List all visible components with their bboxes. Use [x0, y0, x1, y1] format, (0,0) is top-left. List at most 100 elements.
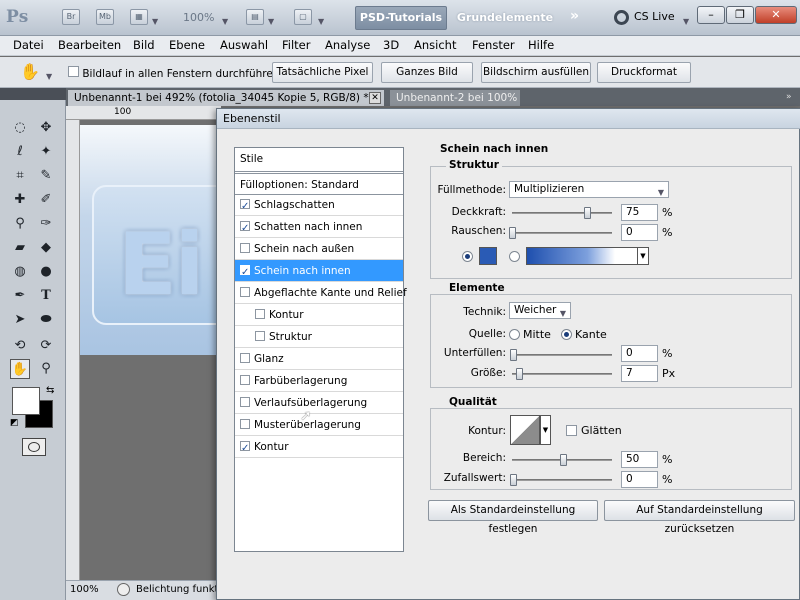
style-checkbox[interactable]: [240, 287, 250, 297]
source-edge-label[interactable]: Kante: [575, 328, 607, 341]
contour-dropdown-icon[interactable]: ▼: [540, 415, 551, 445]
style-row-3[interactable]: Schein nach innen: [235, 260, 403, 284]
chevron-down-icon[interactable]: ▼: [222, 14, 228, 27]
blur-tool-icon[interactable]: ◍: [10, 262, 30, 282]
film-strip-icon[interactable]: ▦: [130, 9, 148, 25]
actual-pixels-button[interactable]: Tatsächliche Pixel: [272, 62, 373, 83]
arrange-documents-icon[interactable]: ▤: [246, 9, 264, 25]
solid-color-radio[interactable]: [462, 251, 473, 262]
style-row-2[interactable]: Schein nach außen: [235, 238, 403, 260]
quick-mask-icon[interactable]: [22, 438, 46, 456]
opacity-slider-thumb[interactable]: [584, 207, 591, 219]
choke-slider[interactable]: [512, 354, 612, 356]
print-size-button[interactable]: Druckformat: [597, 62, 691, 83]
gradient-radio[interactable]: [509, 251, 520, 262]
source-center-label[interactable]: Mitte: [523, 328, 551, 341]
style-checkbox[interactable]: [255, 331, 265, 341]
style-row-8[interactable]: Farbüberlagerung: [235, 370, 403, 392]
jitter-slider[interactable]: [512, 479, 612, 481]
magic-wand-icon[interactable]: ✦: [36, 142, 56, 162]
workspace-psd-tutorials[interactable]: PSD-Tutorials: [355, 6, 447, 30]
opacity-slider[interactable]: [512, 212, 612, 214]
default-colors-icon[interactable]: ◩: [10, 418, 19, 428]
marquee-tool-icon[interactable]: ◌: [10, 118, 30, 138]
style-row-1[interactable]: Schatten nach innen: [235, 216, 403, 240]
style-row-0[interactable]: Schlagschatten: [235, 194, 403, 218]
style-row-7[interactable]: Glanz: [235, 348, 403, 370]
blending-options[interactable]: Fülloptionen: Standard: [235, 173, 403, 195]
brush-tool-icon[interactable]: ✐: [36, 190, 56, 210]
restore-button[interactable]: ❐: [726, 6, 754, 24]
style-row-6[interactable]: Struktur: [235, 326, 403, 348]
status-info-icon[interactable]: [117, 583, 130, 596]
dodge-tool-icon[interactable]: ●: [36, 262, 56, 282]
scroll-all-windows-option[interactable]: Bildlauf in allen Fenstern durchführen: [68, 66, 280, 80]
minimize-button[interactable]: –: [697, 6, 725, 24]
close-tab-icon[interactable]: ✕: [369, 92, 381, 104]
technique-select[interactable]: Weicher ▼: [509, 302, 571, 319]
noise-slider-thumb[interactable]: [509, 227, 516, 239]
text-tool-icon[interactable]: T: [36, 286, 56, 306]
crop-tool-icon[interactable]: ⌗: [10, 166, 30, 186]
scroll-all-checkbox[interactable]: [68, 66, 79, 77]
eyedropper-icon[interactable]: ✎: [36, 166, 56, 186]
reset-default-button[interactable]: Auf Standardeinstellung zurücksetzen: [604, 500, 795, 535]
screen-mode-icon[interactable]: ▢: [294, 9, 312, 25]
style-checkbox[interactable]: [240, 375, 250, 385]
antialias-checkbox[interactable]: [566, 425, 577, 436]
3d-orbit-icon[interactable]: ⟳: [36, 336, 56, 356]
choke-slider-thumb[interactable]: [510, 349, 517, 361]
style-row-9[interactable]: Verlaufsüberlagerung: [235, 392, 403, 414]
workspace-grundelemente[interactable]: Grundelemente: [455, 6, 555, 30]
chevron-down-icon[interactable]: ▼: [46, 69, 52, 82]
style-checkbox[interactable]: [240, 243, 250, 253]
zoom-level[interactable]: 100%: [70, 584, 99, 595]
style-checkbox[interactable]: [255, 309, 265, 319]
lasso-tool-icon[interactable]: ℓ: [10, 142, 30, 162]
bridge-icon[interactable]: Br: [62, 9, 80, 25]
chevron-down-icon[interactable]: ▼: [318, 14, 324, 27]
clone-stamp-icon[interactable]: ⚲: [10, 214, 30, 234]
document-tab-2[interactable]: Unbenannt-2 bei 100%: [390, 90, 520, 106]
antialias-label[interactable]: Glätten: [581, 424, 622, 437]
chevron-down-icon[interactable]: ▼: [268, 14, 274, 27]
gradient-preview[interactable]: [526, 247, 638, 265]
style-row-5[interactable]: Kontur: [235, 304, 403, 326]
style-checkbox[interactable]: [240, 262, 250, 284]
contour-preview[interactable]: [510, 415, 540, 445]
styles-header[interactable]: Stile: [235, 148, 403, 172]
style-checkbox[interactable]: [240, 196, 250, 218]
close-button[interactable]: ✕: [755, 6, 797, 24]
style-row-4[interactable]: Abgeflachte Kante und Relief: [235, 282, 407, 304]
menu-fenster[interactable]: Fenster: [472, 38, 515, 52]
jitter-input[interactable]: 0: [621, 471, 658, 488]
menu-datei[interactable]: Datei: [13, 38, 44, 52]
style-checkbox[interactable]: [240, 353, 250, 363]
healing-brush-icon[interactable]: ✚: [10, 190, 30, 210]
menu-3d[interactable]: 3D: [383, 38, 399, 52]
zoom-tool-icon[interactable]: ⚲: [36, 359, 56, 379]
style-checkbox[interactable]: [240, 397, 250, 407]
cs-live-icon[interactable]: [614, 10, 629, 25]
minibridge-icon[interactable]: Mb: [96, 9, 114, 25]
range-input[interactable]: 50: [621, 451, 658, 468]
menu-analyse[interactable]: Analyse: [325, 38, 370, 52]
style-checkbox[interactable]: [240, 419, 250, 429]
fill-screen-button[interactable]: Bildschirm ausfüllen: [481, 62, 591, 83]
menu-hilfe[interactable]: Hilfe: [528, 38, 554, 52]
jitter-slider-thumb[interactable]: [510, 474, 517, 486]
range-slider-thumb[interactable]: [560, 454, 567, 466]
set-default-button[interactable]: Als Standardeinstellung festlegen: [428, 500, 598, 535]
double-chevron-icon[interactable]: »: [570, 8, 579, 24]
menu-ansicht[interactable]: Ansicht: [414, 38, 456, 52]
style-row-11[interactable]: Kontur: [235, 436, 403, 460]
source-center-radio[interactable]: [509, 329, 520, 340]
history-brush-icon[interactable]: ✑: [36, 214, 56, 234]
style-row-10[interactable]: Musterüberlagerung: [235, 414, 403, 436]
menu-filter[interactable]: Filter: [282, 38, 310, 52]
blend-mode-select[interactable]: Multiplizieren ▼: [509, 181, 669, 198]
cs-live-label[interactable]: CS Live: [634, 10, 675, 23]
hand-tool-active-icon[interactable]: ✋: [10, 359, 30, 379]
glow-color-swatch[interactable]: [479, 247, 497, 265]
dialog-titlebar[interactable]: [217, 109, 800, 129]
